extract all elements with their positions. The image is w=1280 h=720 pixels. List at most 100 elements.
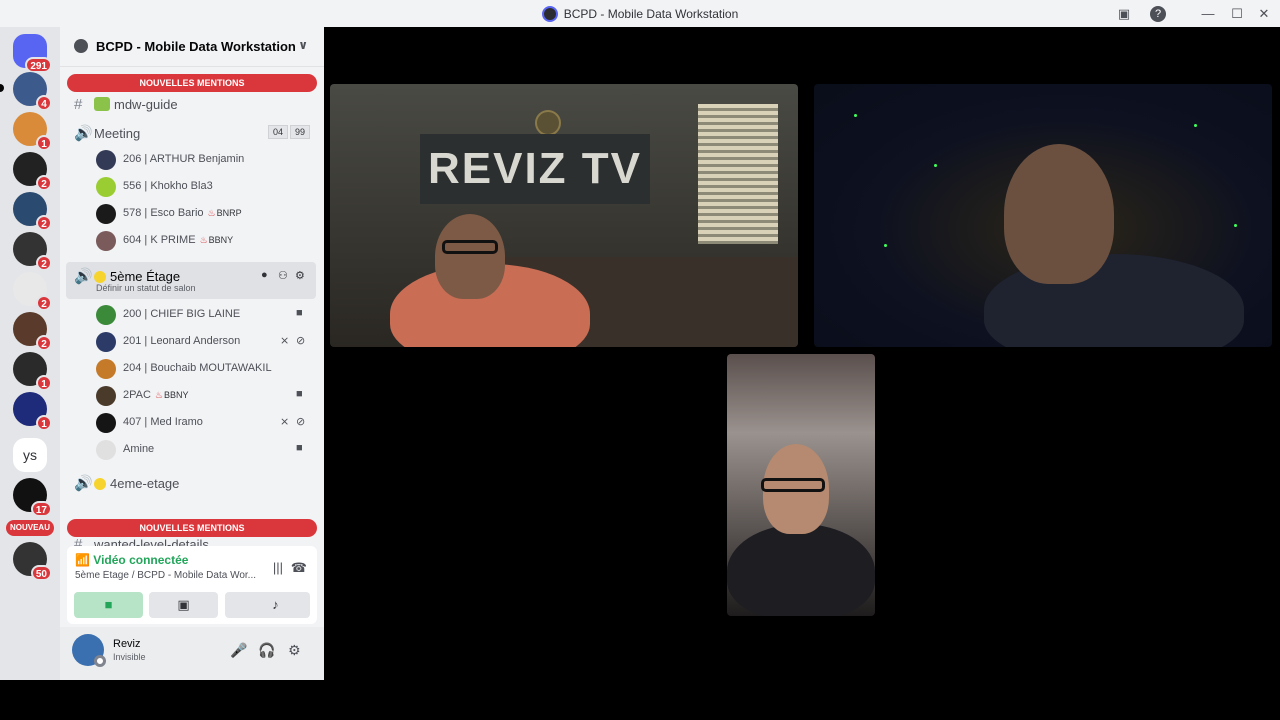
channel-5eme-etage[interactable]: 🔊 5ème Étage Définir un statut de salon ●… (66, 262, 316, 299)
help-icon[interactable]: ? (1150, 6, 1166, 22)
gear-icon[interactable]: ⚙ (288, 642, 301, 659)
notification-badge: 2 (36, 335, 52, 351)
emoji-icon (94, 97, 110, 111)
participant-head (1004, 144, 1114, 284)
chat-icon[interactable]: ● (261, 269, 268, 281)
camera-icon: ■ (296, 388, 303, 400)
noise-suppression-icon[interactable]: ||| (273, 560, 283, 575)
channel-label: 5ème Étage (110, 269, 181, 284)
server-icon[interactable]: 1 (13, 392, 52, 431)
muted-mic-icon: ⨯ (280, 416, 290, 428)
camera-button[interactable]: ■ (74, 592, 143, 618)
server-icon[interactable]: 2 (13, 312, 52, 351)
avatar (96, 359, 116, 379)
channel-label: mdw-guide (114, 97, 178, 112)
video-tile[interactable] (814, 84, 1272, 347)
notification-badge: 4 (36, 95, 52, 111)
user-count: 04 (268, 125, 289, 139)
avatar (96, 386, 116, 406)
voice-member[interactable]: 556 | Khokho Bla3 (96, 175, 316, 199)
server-header[interactable]: BCPD - Mobile Data Workstation ∨ (60, 27, 324, 67)
hash-icon: # (74, 96, 83, 113)
notification-badge: 1 (36, 135, 52, 151)
home-button[interactable]: 291 (13, 34, 52, 73)
notification-badge: 2 (36, 175, 52, 191)
notification-badge: 291 (25, 57, 52, 73)
channel-4eme-etage[interactable]: 🔊 4eme-etage (66, 469, 316, 495)
close-button[interactable]: ✕ (1254, 4, 1274, 24)
avatar (96, 332, 116, 352)
voice-member[interactable]: Amine ■ (96, 438, 316, 462)
channel-meeting[interactable]: 🔊Meeting 04 99 (66, 119, 316, 145)
voice-member[interactable]: 200 | CHIEF BIG LAINE ■ (96, 303, 316, 327)
light-dot (1194, 124, 1197, 127)
soundboard-button[interactable]: ♪ (241, 592, 310, 618)
voice-location[interactable]: 5ème Étage / BCPD - Mobile Data Wor... (75, 570, 295, 581)
user-panel: Reviz Invisible 🎤 🎧 ⚙ (60, 627, 324, 680)
video-stage: REVIZ TV (324, 27, 1280, 680)
headphones-icon[interactable]: 🎧 (258, 642, 275, 659)
voice-member[interactable]: 204 | Bouchaib MOUTAWAKIL (96, 357, 316, 381)
server-icon[interactable]: 2 (13, 232, 52, 271)
channel-label: wanted-level-details (94, 537, 209, 546)
disconnect-icon[interactable]: ☎ (291, 560, 307, 576)
server-icon[interactable]: 2 (13, 192, 52, 231)
gear-icon[interactable]: ⚙ (295, 269, 305, 282)
invite-icon[interactable]: ⚇ (278, 269, 288, 282)
emoji-icon (94, 478, 106, 490)
notification-badge: 2 (36, 255, 52, 271)
voice-member[interactable]: 407 | Med Iramo ⨯ ⊘ (96, 411, 316, 435)
server-rail: 291 4 1 2 2 2 2 2 1 1 ys 17 NOUVEAU 50 (0, 27, 60, 680)
inbox-icon[interactable]: ▣ (1114, 4, 1134, 24)
microphone-icon[interactable]: 🎤 (230, 642, 247, 659)
video-tile[interactable]: REVIZ TV (330, 84, 798, 347)
light-dot (934, 164, 937, 167)
server-settings-icon (74, 39, 88, 53)
avatar (96, 305, 116, 325)
voice-member[interactable]: 578 | Esco BarioBNRP (96, 202, 316, 226)
notification-badge: 2 (36, 295, 52, 311)
member-tag: BBNY (200, 235, 234, 245)
unread-pill (0, 84, 4, 92)
window-blinds (698, 104, 778, 244)
new-unreads-badge[interactable]: NOUVEAU (6, 520, 54, 536)
channel-sidebar: BCPD - Mobile Data Workstation ∨ NOUVELL… (60, 27, 324, 680)
server-icon[interactable]: 4 (13, 72, 52, 111)
member-tag: BNRP (208, 208, 242, 218)
new-mentions-banner-top[interactable]: NOUVELLES MENTIONS (67, 74, 317, 92)
member-tag: BBNY (155, 390, 189, 400)
channel-status[interactable]: Définir un statut de salon (96, 283, 196, 293)
server-icon[interactable]: 2 (13, 152, 52, 191)
maximize-button[interactable]: ☐ (1227, 4, 1247, 24)
voice-member[interactable]: 206 | ARTHUR Benjamin (96, 148, 316, 172)
username[interactable]: Reviz (113, 638, 141, 650)
server-icon[interactable]: 1 (13, 352, 52, 391)
minimize-button[interactable]: — (1198, 4, 1218, 24)
user-limit: 99 (290, 125, 311, 139)
avatar (96, 150, 116, 170)
server-icon[interactable]: 1 (13, 112, 52, 151)
voice-member[interactable]: 201 | Leonard Anderson ⨯ ⊘ (96, 330, 316, 354)
server-icon[interactable]: 50 (13, 542, 52, 581)
glasses (761, 478, 825, 492)
voice-member[interactable]: 2PACBBNY■ (96, 384, 316, 408)
emoji-icon (94, 271, 106, 283)
screen-share-button[interactable]: ▣ (149, 592, 218, 618)
new-mentions-banner-bottom[interactable]: NOUVELLES MENTIONS (67, 519, 317, 537)
notification-badge: 1 (36, 375, 52, 391)
light-dot (1234, 224, 1237, 227)
deafened-icon: ⊘ (296, 416, 306, 428)
wall-sign: REVIZ TV (420, 134, 650, 204)
invisible-status-icon (94, 655, 106, 667)
channel-mdw-guide[interactable]: # mdw-guide (66, 91, 316, 117)
server-icon[interactable]: 2 (13, 272, 52, 311)
chevron-down-icon: ∨ (298, 38, 308, 52)
video-tile[interactable] (727, 354, 875, 616)
voice-member[interactable]: 604 | K PRIMEBBNY (96, 229, 316, 253)
voice-status: 📶 Vidéo connectée (75, 553, 189, 567)
deafened-icon: ⊘ (296, 335, 306, 347)
server-icon[interactable]: ys (13, 438, 47, 472)
participant-body (727, 524, 875, 616)
notification-badge: 2 (36, 215, 52, 231)
server-icon[interactable]: 17 (13, 478, 52, 517)
